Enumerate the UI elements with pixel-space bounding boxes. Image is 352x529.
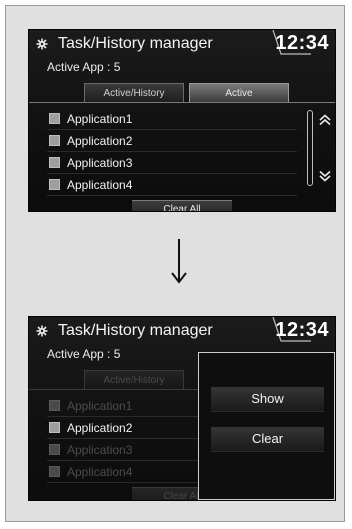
tab-active-history: Active/History — [84, 370, 184, 389]
active-app-count: Active App : 5 — [47, 347, 121, 361]
checkbox[interactable] — [49, 135, 60, 146]
task-manager-screen-with-popup: Task/History manager 12:34 Active App : … — [28, 316, 336, 501]
list-item[interactable]: Application2 — [47, 131, 297, 152]
gear-icon — [36, 325, 48, 337]
screen-title: Task/History manager — [58, 322, 213, 339]
scrollbar[interactable] — [307, 110, 313, 186]
list-item-label: Application3 — [67, 156, 133, 170]
checkbox — [49, 400, 60, 411]
checkbox — [49, 466, 60, 477]
checkbox[interactable] — [49, 422, 60, 433]
gear-icon — [36, 38, 48, 50]
tab-bar: Active/History Active — [29, 83, 335, 103]
options-popup: Show Clear — [198, 352, 335, 500]
active-app-count: Active App : 5 — [47, 60, 121, 74]
checkbox[interactable] — [49, 179, 60, 190]
app-list: Application1 Application2 Application3 A… — [47, 109, 297, 197]
list-item-label: Application1 — [67, 399, 133, 413]
list-item[interactable]: Application3 — [47, 153, 297, 174]
list-item-label: Application3 — [67, 443, 133, 457]
list-item-label: Application2 — [67, 421, 133, 435]
checkbox — [49, 444, 60, 455]
tab-active-history[interactable]: Active/History — [84, 83, 184, 102]
list-item-label: Application4 — [67, 465, 133, 479]
chevron-up-icon[interactable] — [319, 114, 331, 126]
clear-button[interactable]: Clear — [211, 427, 324, 452]
screen-title: Task/History manager — [58, 35, 213, 52]
clock: 12:34 — [275, 32, 329, 54]
down-arrow-icon — [171, 239, 187, 284]
clock: 12:34 — [275, 319, 329, 341]
clear-all-button[interactable]: Clear All — [132, 200, 232, 211]
list-item[interactable]: Application4 — [47, 175, 297, 196]
tab-underline — [29, 102, 335, 103]
list-item-label: Application1 — [67, 112, 133, 126]
tab-active[interactable]: Active — [189, 83, 289, 102]
checkbox[interactable] — [49, 113, 60, 124]
list-item[interactable]: Application1 — [47, 109, 297, 130]
task-manager-screen: Task/History manager 12:34 Active App : … — [28, 29, 336, 212]
checkbox[interactable] — [49, 157, 60, 168]
list-item-label: Application2 — [67, 134, 133, 148]
list-item-label: Application4 — [67, 178, 133, 192]
chevron-down-icon[interactable] — [319, 170, 331, 182]
show-button[interactable]: Show — [211, 387, 324, 412]
